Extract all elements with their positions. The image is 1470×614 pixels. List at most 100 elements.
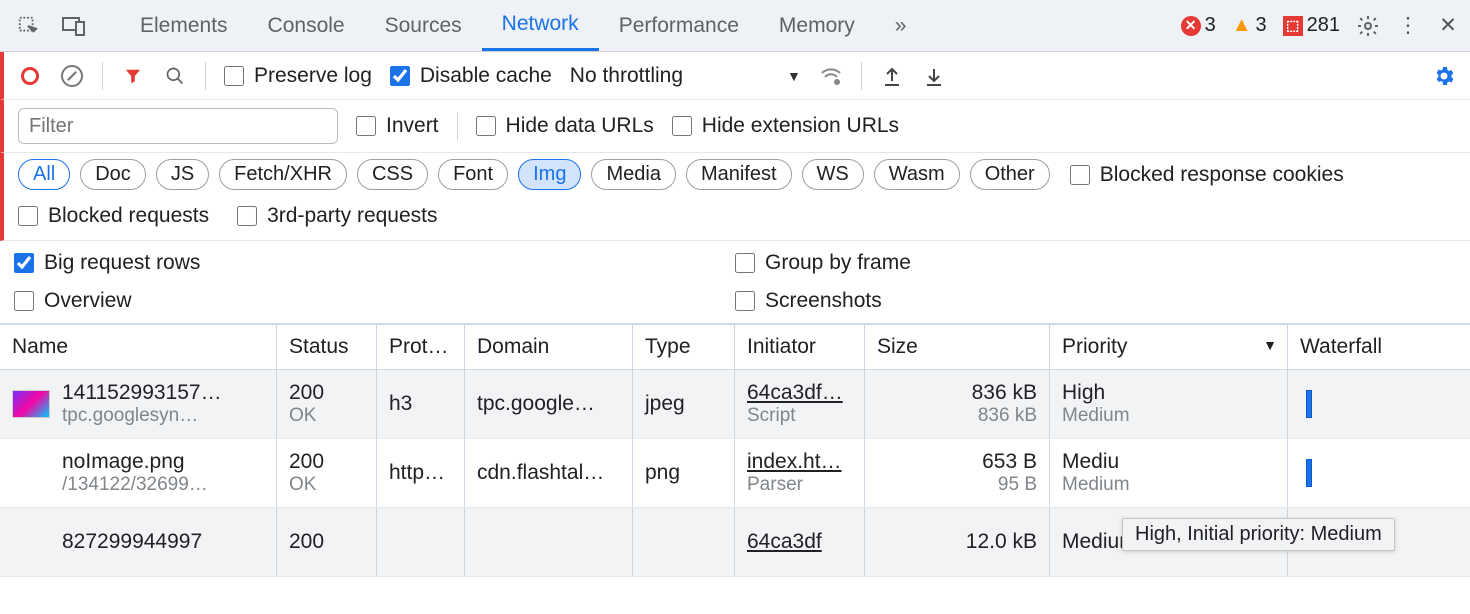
type-filter-pills: All Doc JS Fetch/XHR CSS Font Img Media …	[0, 153, 1470, 198]
record-icon[interactable]	[18, 64, 42, 88]
tab-network[interactable]: Network	[482, 0, 599, 51]
col-protocol[interactable]: Prot…	[377, 325, 465, 369]
device-toggle-icon[interactable]	[62, 14, 86, 38]
resource-size: 95 B	[998, 474, 1037, 496]
initiator-link[interactable]: index.ht…	[747, 450, 842, 473]
divider	[861, 62, 862, 90]
panel-tabs: Elements Console Sources Network Perform…	[120, 0, 926, 51]
filter-funnel-icon[interactable]	[121, 64, 145, 88]
col-domain[interactable]: Domain	[465, 325, 633, 369]
blocked-cookies-checkbox[interactable]: Blocked response cookies	[1070, 163, 1344, 187]
initiator-link[interactable]: 64ca3df…	[747, 381, 843, 404]
pill-ws[interactable]: WS	[802, 159, 864, 190]
filter-bar: Invert Hide data URLs Hide extension URL…	[0, 100, 1470, 153]
tab-console[interactable]: Console	[248, 0, 365, 51]
screenshots-checkbox[interactable]: Screenshots	[735, 289, 1456, 313]
pill-media[interactable]: Media	[591, 159, 675, 190]
blocked-row: Blocked requests 3rd-party requests	[0, 198, 1470, 241]
transfer-size: 653 B	[982, 450, 1037, 474]
waterfall-cell	[1288, 370, 1470, 438]
col-name[interactable]: Name	[0, 325, 277, 369]
table-row[interactable]: noImage.png/134122/32699… 200OK http… cd…	[0, 439, 1470, 508]
waterfall-cell	[1288, 439, 1470, 507]
initiator-type: Script	[747, 405, 852, 427]
inspect-element-icon[interactable]	[16, 14, 40, 38]
tab-elements[interactable]: Elements	[120, 0, 248, 51]
settings-gear-icon[interactable]	[1356, 14, 1380, 38]
throttling-select[interactable]: No throttling ▼	[570, 64, 801, 88]
status-text: OK	[289, 474, 364, 496]
protocol: h3	[377, 370, 465, 438]
issues-badge[interactable]: ⬚281	[1283, 14, 1340, 37]
network-options: Big request rows Overview Group by frame…	[0, 241, 1470, 324]
warning-icon: ▲	[1232, 14, 1252, 37]
pill-font[interactable]: Font	[438, 159, 508, 190]
disable-cache-checkbox[interactable]: Disable cache	[390, 64, 552, 88]
toolbar-right	[1432, 64, 1456, 88]
third-party-checkbox[interactable]: 3rd-party requests	[237, 204, 437, 228]
upload-har-icon[interactable]	[880, 64, 904, 88]
resource-size: 836 kB	[978, 405, 1037, 427]
pill-css[interactable]: CSS	[357, 159, 428, 190]
download-har-icon[interactable]	[922, 64, 946, 88]
type: jpeg	[633, 370, 735, 438]
clear-icon[interactable]	[60, 64, 84, 88]
devtools-top-bar: Elements Console Sources Network Perform…	[0, 0, 1470, 52]
request-path: /134122/32699…	[62, 474, 208, 496]
warnings-badge[interactable]: ▲3	[1232, 14, 1267, 37]
pill-other[interactable]: Other	[970, 159, 1050, 190]
network-conditions-icon[interactable]	[819, 64, 843, 88]
col-priority[interactable]: Priority	[1050, 325, 1288, 369]
tab-performance[interactable]: Performance	[599, 0, 759, 51]
preserve-log-checkbox[interactable]: Preserve log	[224, 64, 372, 88]
hide-extension-urls-checkbox[interactable]: Hide extension URLs	[672, 114, 899, 138]
type: png	[633, 439, 735, 507]
hide-data-urls-checkbox[interactable]: Hide data URLs	[476, 114, 654, 138]
priority: High	[1062, 381, 1275, 405]
errors-badge[interactable]: ✕3	[1181, 14, 1216, 37]
pill-img[interactable]: Img	[518, 159, 581, 190]
request-path: tpc.googlesyn…	[62, 405, 222, 427]
invert-checkbox[interactable]: Invert	[356, 114, 439, 138]
close-icon[interactable]: ✕	[1436, 14, 1460, 38]
pill-manifest[interactable]: Manifest	[686, 159, 792, 190]
search-icon[interactable]	[163, 64, 187, 88]
initiator-link[interactable]: 64ca3df	[747, 530, 822, 553]
domain	[465, 508, 633, 576]
col-status[interactable]: Status	[277, 325, 377, 369]
protocol	[377, 508, 465, 576]
col-size[interactable]: Size	[865, 325, 1050, 369]
table-row[interactable]: 141152993157…tpc.googlesyn… 200OK h3 tpc…	[0, 370, 1470, 439]
big-rows-checkbox[interactable]: Big request rows	[14, 251, 735, 275]
divider	[102, 62, 103, 90]
transfer-size: 12.0 kB	[966, 530, 1037, 554]
pill-fetch-xhr[interactable]: Fetch/XHR	[219, 159, 347, 190]
more-tabs-icon[interactable]: »	[875, 0, 927, 51]
initial-priority: Medium	[1062, 474, 1275, 496]
waterfall-bar	[1306, 459, 1312, 487]
pill-wasm[interactable]: Wasm	[874, 159, 960, 190]
blocked-requests-checkbox[interactable]: Blocked requests	[18, 204, 209, 228]
filter-input[interactable]	[18, 108, 338, 144]
status-code: 200	[289, 381, 364, 405]
pill-js[interactable]: JS	[156, 159, 209, 190]
priority: Mediu	[1062, 450, 1275, 474]
status-code: 200	[289, 450, 364, 474]
thumbnail-icon	[12, 390, 50, 418]
group-by-frame-checkbox[interactable]: Group by frame	[735, 251, 1456, 275]
top-right-cluster: ✕3 ▲3 ⬚281 ⋮ ✕	[1181, 14, 1460, 38]
pill-doc[interactable]: Doc	[80, 159, 146, 190]
kebab-menu-icon[interactable]: ⋮	[1396, 14, 1420, 38]
network-settings-gear-icon[interactable]	[1432, 64, 1456, 88]
protocol: http…	[377, 439, 465, 507]
col-initiator[interactable]: Initiator	[735, 325, 865, 369]
domain: tpc.google…	[465, 370, 633, 438]
pill-all[interactable]: All	[18, 159, 70, 190]
col-waterfall[interactable]: Waterfall	[1288, 325, 1470, 369]
tab-memory[interactable]: Memory	[759, 0, 875, 51]
col-type[interactable]: Type	[633, 325, 735, 369]
tab-sources[interactable]: Sources	[365, 0, 482, 51]
priority-tooltip: High, Initial priority: Medium	[1122, 518, 1395, 551]
overview-checkbox[interactable]: Overview	[14, 289, 735, 313]
initiator-type: Parser	[747, 474, 852, 496]
